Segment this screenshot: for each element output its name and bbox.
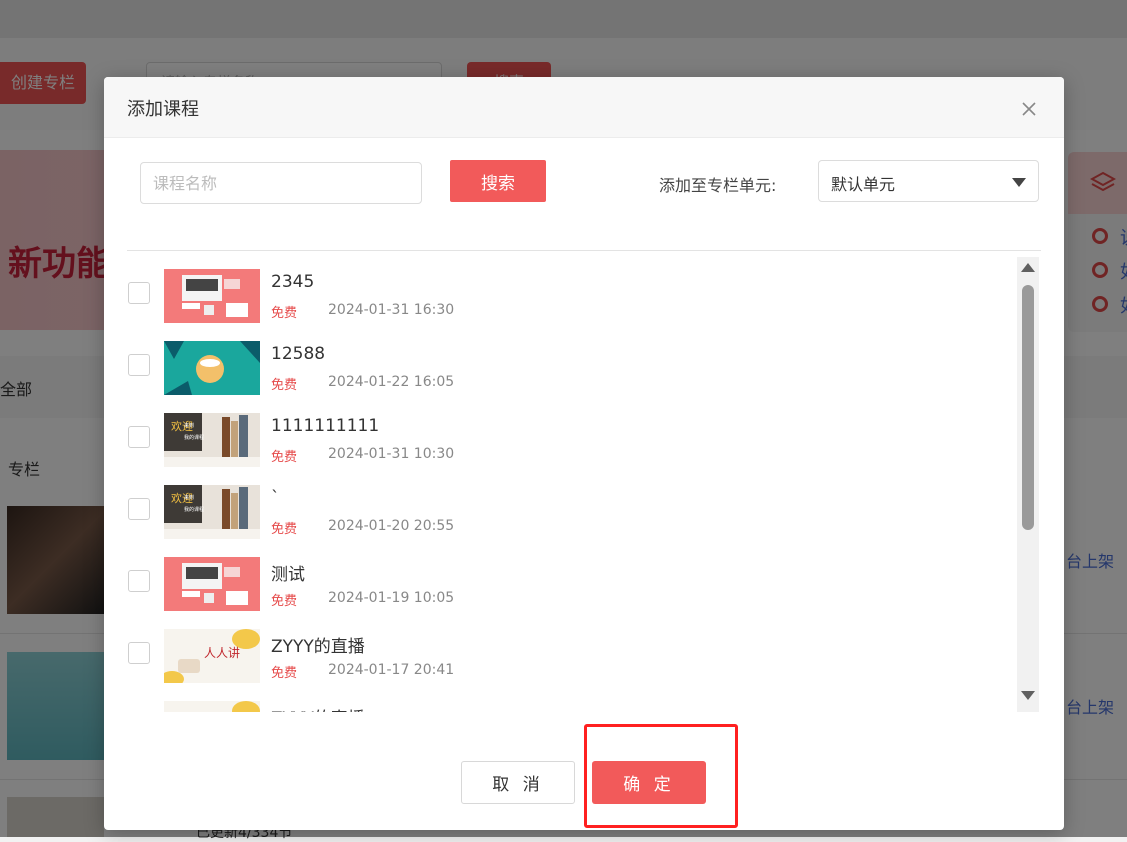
thumb-small-text: 我的课程 [184, 506, 204, 513]
course-checkbox[interactable] [128, 642, 150, 664]
course-checkbox[interactable] [128, 282, 150, 304]
list-scrollbar[interactable] [1017, 257, 1039, 712]
course-price: 免费 [271, 378, 298, 393]
thumb-small-text: 来到 [184, 422, 194, 429]
course-list: 2345 免费 2024-01-31 16:30 12588 免费 2024-0… [104, 257, 1017, 712]
course-price: 免费 [271, 594, 298, 609]
course-checkbox[interactable] [128, 426, 150, 448]
course-title: 1111111111 [271, 416, 380, 436]
course-time: 2024-01-20 20:55 [328, 518, 455, 534]
dialog-title: 添加课程 [127, 99, 199, 120]
confirm-highlight-box [584, 724, 738, 828]
cancel-button[interactable]: 取 消 [461, 761, 575, 804]
search-button[interactable]: 搜索 [450, 160, 546, 202]
course-thumbnail-books: 欢迎 来到 我的课程 [164, 413, 260, 467]
dialog-header: 添加课程 [104, 77, 1064, 138]
course-item[interactable]: 人人讲 ZYYY的直播 免费 2024-01-17 20:41 [104, 629, 1017, 701]
course-title: 2345 [271, 272, 315, 292]
course-time: 2024-01-17 20:41 [328, 662, 455, 678]
scroll-up-arrow-icon[interactable] [1021, 263, 1035, 272]
close-icon[interactable] [1021, 101, 1037, 117]
course-title: ZYYY的直播 [271, 704, 365, 712]
course-title: 12588 [271, 344, 326, 364]
unit-label: 添加至专栏单元: [659, 176, 777, 195]
course-name-input[interactable] [140, 162, 422, 204]
course-thumbnail-autumn [164, 701, 260, 712]
course-time: 2024-01-22 16:05 [328, 374, 455, 390]
course-thumbnail-laptop [164, 557, 260, 611]
course-thumbnail-books: 欢迎 来到 我的课程 [164, 485, 260, 539]
course-time: 2024-01-19 10:05 [328, 590, 455, 606]
course-checkbox[interactable] [128, 354, 150, 376]
course-checkbox[interactable] [128, 570, 150, 592]
course-item[interactable]: 欢迎 来到 我的课程 1111111111 免费 2024-01-31 10:3… [104, 413, 1017, 485]
course-thumbnail-autumn: 人人讲 [164, 629, 260, 683]
thumb-caption: 人人讲 [204, 645, 240, 660]
course-title: ZYYY的直播 [271, 637, 365, 657]
course-item[interactable]: ZYYY的直播 [104, 701, 1017, 712]
course-item[interactable]: 12588 免费 2024-01-22 16:05 [104, 341, 1017, 413]
course-price: 免费 [271, 666, 298, 681]
course-item[interactable]: 测试 免费 2024-01-19 10:05 [104, 557, 1017, 629]
course-item[interactable]: 欢迎 来到 我的课程 ` 免费 2024-01-20 20:55 [104, 485, 1017, 557]
course-price: 免费 [271, 306, 298, 321]
caret-down-icon [1012, 178, 1026, 187]
course-title: ` [271, 488, 280, 508]
thumb-small-text: 我的课程 [184, 434, 204, 441]
course-price: 免费 [271, 522, 298, 537]
course-thumbnail-moon [164, 341, 260, 395]
unit-select[interactable]: 默认单元 [818, 160, 1039, 202]
add-course-dialog: 添加课程 搜索 添加至专栏单元: 默认单元 2345 免费 2024-01 [104, 77, 1064, 830]
thumb-small-text: 来到 [184, 494, 194, 501]
scrollbar-thumb[interactable] [1022, 285, 1034, 530]
course-item[interactable]: 2345 免费 2024-01-31 16:30 [104, 269, 1017, 341]
course-price: 免费 [271, 450, 298, 465]
course-thumbnail-laptop [164, 269, 260, 323]
scroll-down-arrow-icon[interactable] [1021, 691, 1035, 700]
unit-select-value: 默认单元 [831, 175, 896, 194]
course-title: 测试 [271, 565, 305, 585]
course-checkbox[interactable] [128, 498, 150, 520]
list-divider [127, 250, 1041, 251]
course-time: 2024-01-31 10:30 [328, 446, 455, 462]
course-time: 2024-01-31 16:30 [328, 302, 455, 318]
